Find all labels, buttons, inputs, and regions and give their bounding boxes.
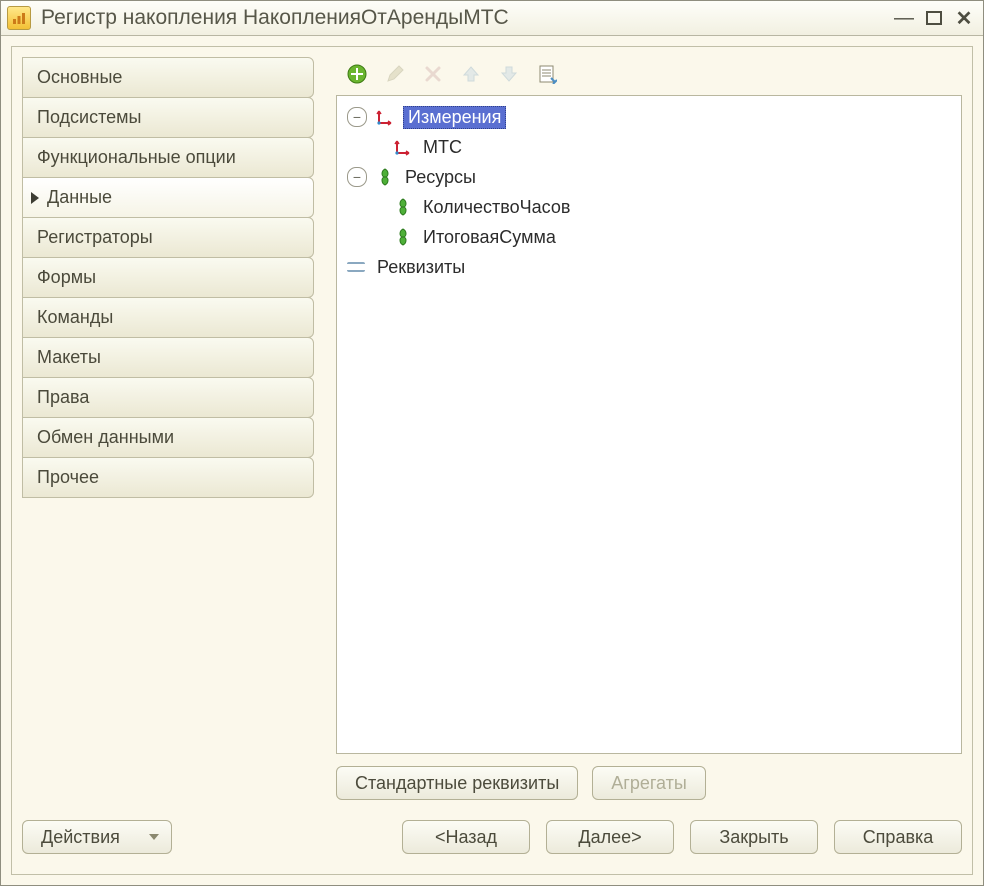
button-label: <Назад <box>435 827 497 848</box>
button-label: Закрыть <box>719 827 788 848</box>
tab-label: Права <box>37 387 89 408</box>
actions-dropdown[interactable]: Действия <box>22 820 172 854</box>
resource-folder-icon <box>375 167 395 187</box>
tree-node-hours[interactable]: КоличествоЧасов <box>337 192 961 222</box>
main-panel: − Измерения МТС <box>336 57 962 800</box>
tab-osnovnye[interactable]: Основные <box>22 57 314 98</box>
titlebar: Регистр накопления НакопленияОтАрендыМТС… <box>1 1 983 36</box>
toolbar <box>336 57 962 91</box>
resource-icon <box>393 197 413 217</box>
properties-icon[interactable] <box>534 61 560 87</box>
tab-label: Данные <box>47 187 112 208</box>
add-icon[interactable] <box>344 61 370 87</box>
tab-label: Команды <box>37 307 113 328</box>
nav-sidebar: Основные Подсистемы Функциональные опции… <box>22 57 314 800</box>
tree-node-total[interactable]: ИтоговаяСумма <box>337 222 961 252</box>
tree-view[interactable]: − Измерения МТС <box>336 95 962 754</box>
tab-dannye[interactable]: Данные <box>22 177 314 218</box>
tab-label: Подсистемы <box>37 107 141 128</box>
button-label: Далее> <box>578 827 641 848</box>
tab-label: Регистраторы <box>37 227 153 248</box>
tab-makety[interactable]: Макеты <box>22 337 314 378</box>
minimize-button[interactable]: — <box>891 7 917 29</box>
app-icon <box>7 6 31 30</box>
tab-label: Обмен данными <box>37 427 174 448</box>
close-dialog-button[interactable]: Закрыть <box>690 820 818 854</box>
tab-label: Функциональные опции <box>37 147 236 168</box>
tab-func-options[interactable]: Функциональные опции <box>22 137 314 178</box>
tab-komandy[interactable]: Команды <box>22 297 314 338</box>
tab-registratory[interactable]: Регистраторы <box>22 217 314 258</box>
tree-label: МТС <box>421 137 464 158</box>
collapse-icon[interactable]: − <box>347 107 367 127</box>
maximize-button[interactable] <box>921 7 947 29</box>
button-label: Агрегаты <box>611 773 687 794</box>
tree-node-resources[interactable]: − Ресурсы <box>337 162 961 192</box>
resource-icon <box>393 227 413 247</box>
button-label: Справка <box>863 827 934 848</box>
tree-label: КоличествоЧасов <box>421 197 572 218</box>
chevron-down-icon <box>149 834 159 840</box>
content-frame: Основные Подсистемы Функциональные опции… <box>11 46 973 875</box>
tree-label: Реквизиты <box>375 257 467 278</box>
dimension-icon <box>393 137 413 157</box>
back-button[interactable]: <Назад <box>402 820 530 854</box>
tree-node-dimensions[interactable]: − Измерения <box>337 102 961 132</box>
delete-icon <box>420 61 446 87</box>
tree-label: Ресурсы <box>403 167 478 188</box>
aggregates-button: Агрегаты <box>592 766 706 800</box>
tree-node-attributes[interactable]: Реквизиты <box>337 252 961 282</box>
tree-label: ИтоговаяСумма <box>421 227 558 248</box>
dimension-folder-icon <box>375 107 395 127</box>
tab-prava[interactable]: Права <box>22 377 314 418</box>
tree-label: Измерения <box>403 106 506 129</box>
under-tree-buttons: Стандартные реквизиты Агрегаты <box>336 766 962 800</box>
body: Основные Подсистемы Функциональные опции… <box>22 57 962 800</box>
collapse-icon[interactable]: − <box>347 167 367 187</box>
tab-label: Макеты <box>37 347 101 368</box>
next-button[interactable]: Далее> <box>546 820 674 854</box>
footer: Действия <Назад Далее> Закрыть Справка <box>22 800 962 864</box>
tab-podsistemy[interactable]: Подсистемы <box>22 97 314 138</box>
tab-obmen[interactable]: Обмен данными <box>22 417 314 458</box>
window-title: Регистр накопления НакопленияОтАрендыМТС <box>41 6 887 30</box>
tree-node-mtc[interactable]: МТС <box>337 132 961 162</box>
button-label: Действия <box>41 827 120 848</box>
edit-icon <box>382 61 408 87</box>
help-button[interactable]: Справка <box>834 820 962 854</box>
standard-attributes-button[interactable]: Стандартные реквизиты <box>336 766 578 800</box>
attributes-marker-icon <box>347 262 365 272</box>
tab-formy[interactable]: Формы <box>22 257 314 298</box>
tab-prochee[interactable]: Прочее <box>22 457 314 498</box>
tab-label: Основные <box>37 67 122 88</box>
button-label: Стандартные реквизиты <box>355 773 559 794</box>
close-button[interactable]: ✕ <box>951 7 977 29</box>
down-arrow-icon <box>496 61 522 87</box>
window: Регистр накопления НакопленияОтАрендыМТС… <box>0 0 984 886</box>
tab-label: Формы <box>37 267 96 288</box>
up-arrow-icon <box>458 61 484 87</box>
tab-label: Прочее <box>37 467 99 488</box>
